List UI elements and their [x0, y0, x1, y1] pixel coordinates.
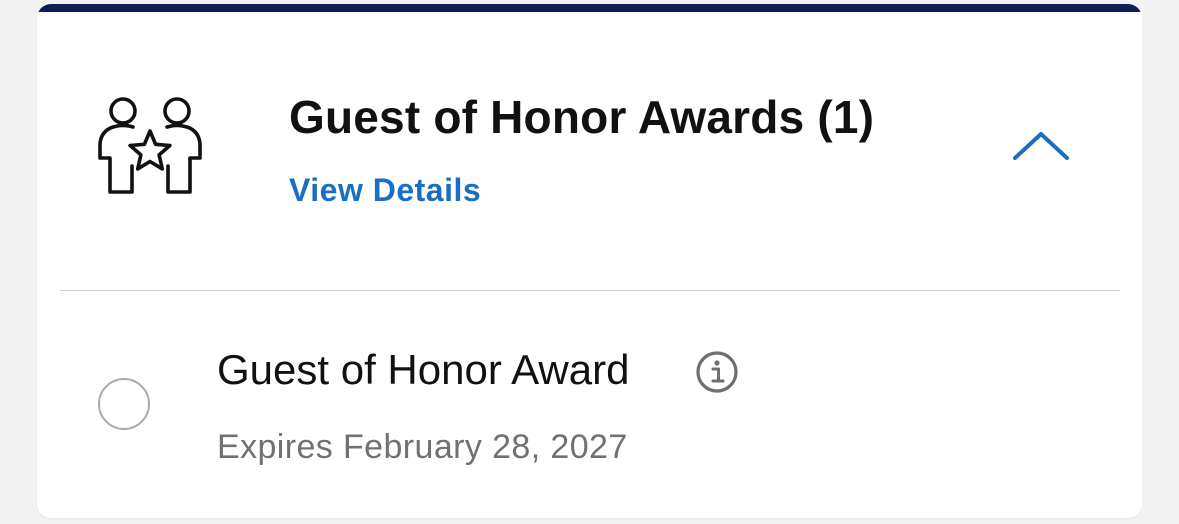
- view-details-link[interactable]: View Details: [289, 172, 481, 209]
- award-select-radio[interactable]: [98, 378, 150, 430]
- section-divider: [60, 290, 1120, 291]
- award-name: Guest of Honor Award: [217, 346, 630, 393]
- collapse-toggle-button[interactable]: [1003, 120, 1075, 174]
- card-accent-bar: [37, 4, 1142, 12]
- awards-card: Guest of Honor Awards (1) View Details G…: [37, 4, 1142, 518]
- chevron-up-icon: [1013, 132, 1069, 160]
- section-title: Guest of Honor Awards (1): [289, 91, 875, 143]
- guests-with-star-icon: [97, 94, 203, 198]
- info-icon[interactable]: [695, 350, 739, 394]
- award-expiry-date: Expires February 28, 2027: [217, 428, 628, 466]
